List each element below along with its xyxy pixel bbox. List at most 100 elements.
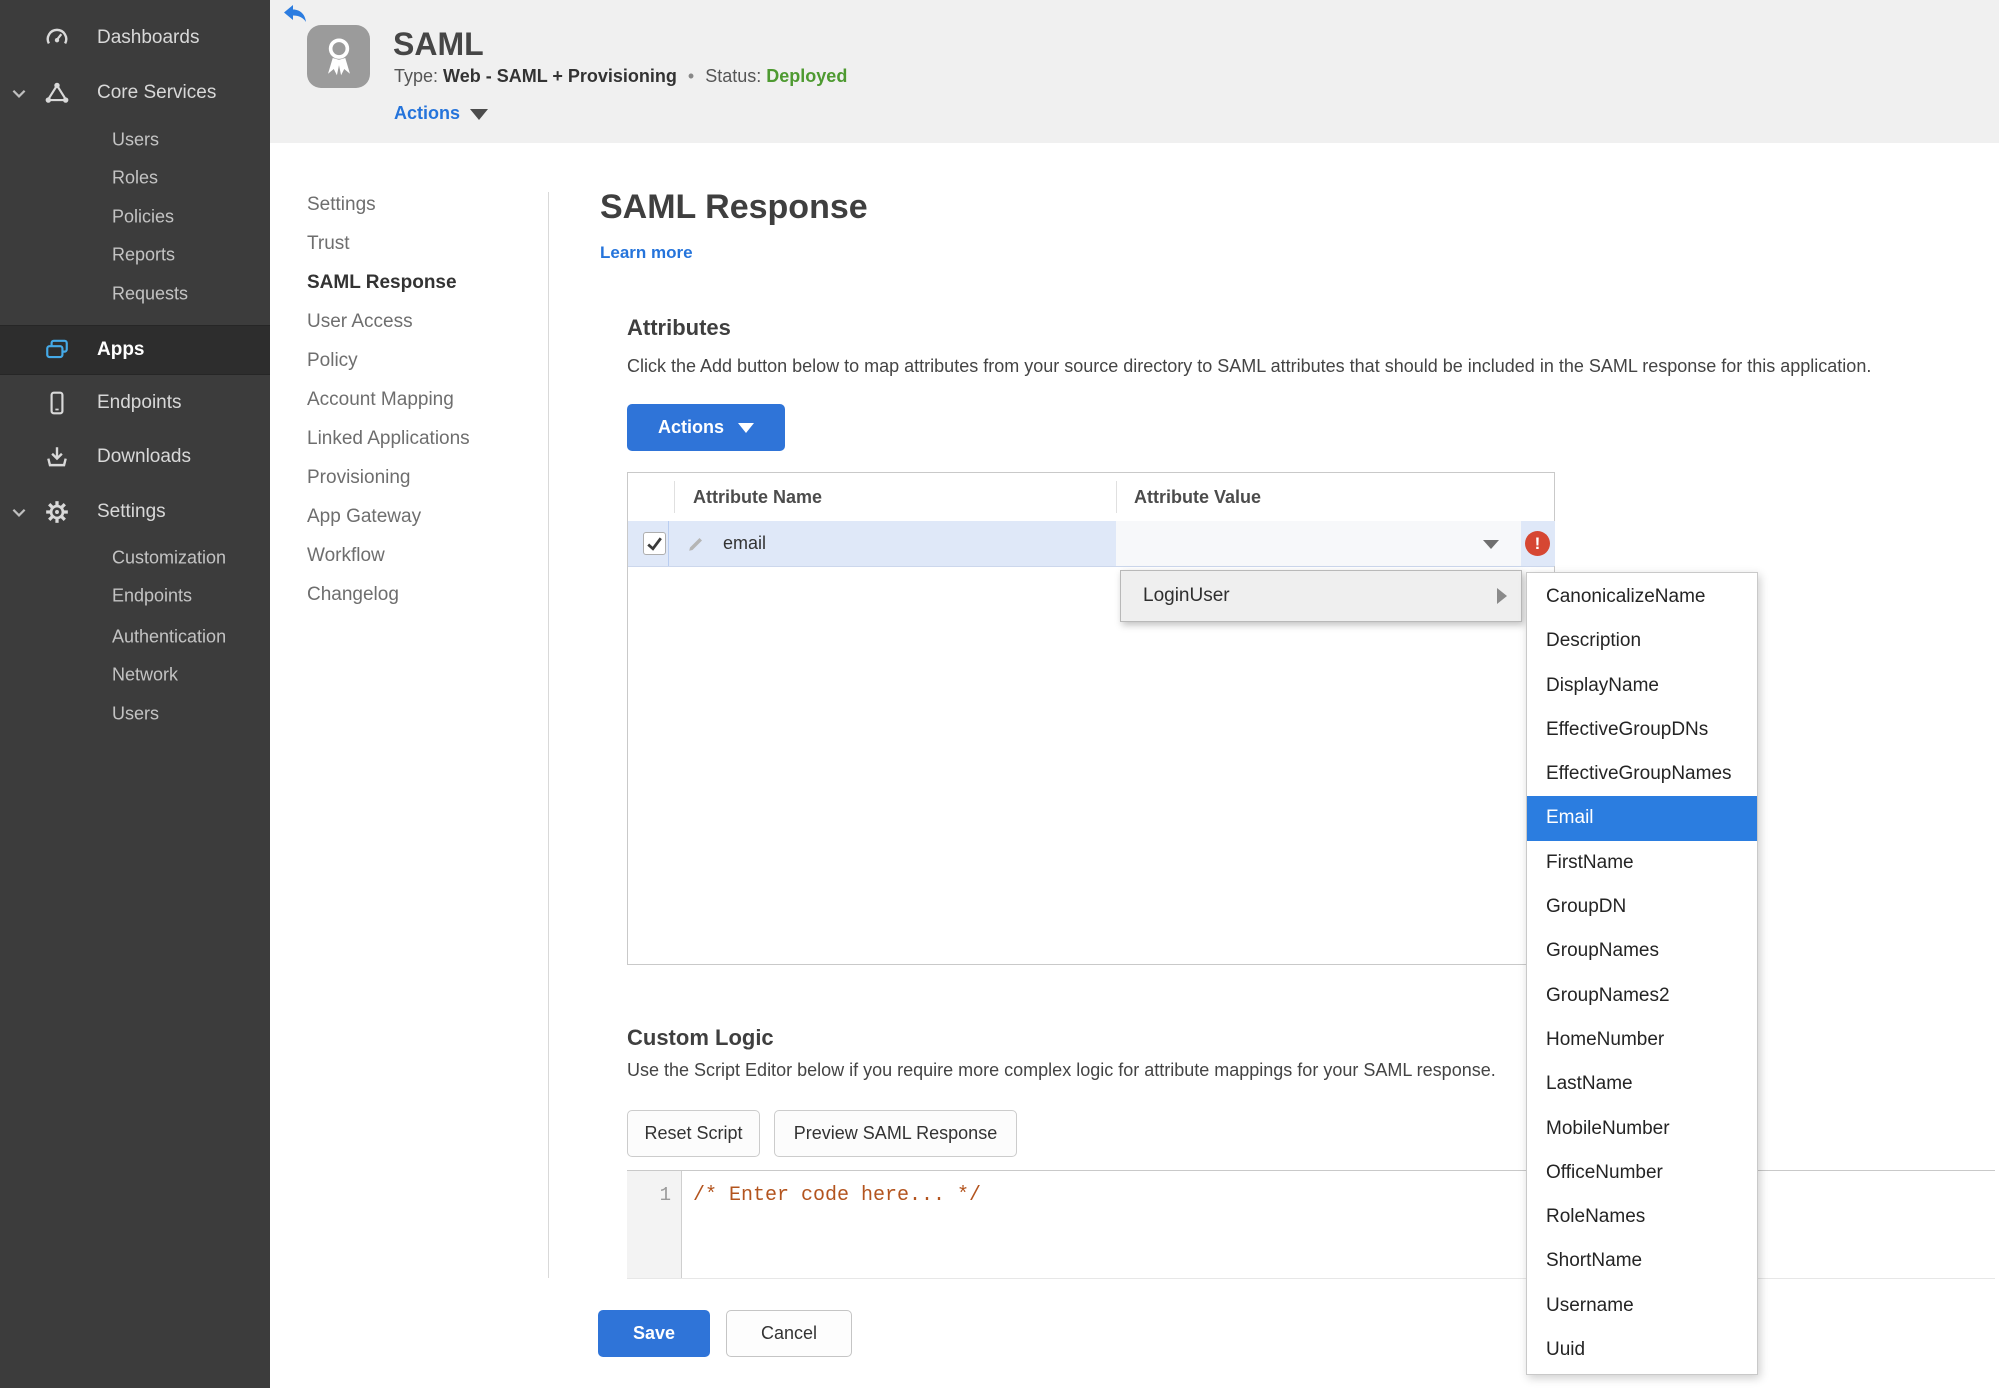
edit-pencil-icon[interactable] (687, 533, 707, 553)
app-meta-line: Type: Web - SAML + Provisioning • Status… (394, 66, 847, 87)
chevron-down-icon (10, 503, 28, 521)
sidebar-item-reports[interactable]: Reports (0, 236, 270, 274)
sidebar-subitem-label: Reports (112, 244, 176, 265)
sidebar-item-endpoints[interactable]: Endpoints (0, 384, 270, 422)
sidebar-subitem-label: Users (112, 703, 160, 724)
core-services-icon (44, 80, 70, 106)
actions-button-label: Actions (657, 417, 724, 437)
sidebar-item-authentication[interactable]: Authentication (0, 618, 270, 656)
sidebar-item-downloads[interactable]: Downloads (0, 438, 270, 476)
save-button[interactable]: Save (598, 1310, 710, 1357)
sidebar-subitem-label: Roles (112, 167, 159, 188)
page-title: SAML Response (600, 188, 868, 226)
table-row[interactable]: email ! (628, 521, 1555, 567)
column-divider (674, 481, 675, 513)
sidebar-item-policies[interactable]: Policies (0, 198, 270, 236)
sidebar-item-settings-endpoints[interactable]: Endpoints (0, 577, 270, 615)
submenu-arrow-icon (1497, 588, 1507, 604)
status-label: Status: (705, 66, 762, 86)
type-value: Web - SAML + Provisioning (443, 66, 677, 86)
subnav-item-app-gateway[interactable]: App Gateway (307, 497, 421, 536)
subnav-item-provisioning[interactable]: Provisioning (307, 458, 411, 497)
row-divider (668, 521, 669, 566)
subnav-item-changelog[interactable]: Changelog (307, 575, 399, 614)
cancel-button[interactable]: Cancel (726, 1310, 852, 1357)
sidebar-subitem-label: Endpoints (112, 585, 193, 606)
attribute-name-cell: email (723, 533, 767, 553)
type-label: Type: (394, 66, 439, 86)
sidebar-item-settings[interactable]: Settings (0, 493, 270, 531)
sidebar-subitem-label: Policies (112, 206, 175, 227)
app-logo-ribbon-icon (307, 25, 370, 88)
subnav-item-account-mapping[interactable]: Account Mapping (307, 380, 454, 419)
script-editor[interactable]: 1 /* Enter code here... */ (627, 1170, 1995, 1279)
sidebar-item-settings-users[interactable]: Users (0, 695, 270, 733)
caret-down-icon (738, 423, 754, 433)
menu-item-rolenames[interactable]: RoleNames (1527, 1195, 1757, 1239)
menu-item-email-selected[interactable]: Email (1527, 796, 1757, 841)
column-header-attribute-name: Attribute Name (693, 487, 823, 507)
sidebar: Dashboards Core Services Users Roles Pol… (0, 0, 270, 1388)
attributes-actions-button[interactable]: Actions (627, 404, 785, 451)
caret-down-icon (1483, 540, 1499, 549)
menu-item-canonicalizename[interactable]: CanonicalizeName (1527, 575, 1757, 619)
sidebar-item-network[interactable]: Network (0, 656, 270, 694)
apps-icon (44, 337, 70, 363)
menu-item-groupnames2[interactable]: GroupNames2 (1527, 974, 1757, 1018)
attribute-value-dropdown[interactable] (1116, 521, 1521, 566)
sidebar-item-dashboards[interactable]: Dashboards (0, 19, 270, 57)
sidebar-item-label: Endpoints (97, 392, 182, 413)
menu-item-lastname[interactable]: LastName (1527, 1062, 1757, 1106)
menu-item-groupnames[interactable]: GroupNames (1527, 929, 1757, 973)
sidebar-item-label: Apps (97, 339, 145, 360)
menu-item-officenumber[interactable]: OfficeNumber (1527, 1151, 1757, 1195)
menu-item-groupdn[interactable]: GroupDN (1527, 885, 1757, 929)
menu-item-firstname[interactable]: FirstName (1527, 841, 1757, 885)
menu-item-shortname[interactable]: ShortName (1527, 1239, 1757, 1283)
sidebar-subitem-label: Users (112, 129, 160, 150)
sidebar-item-roles[interactable]: Roles (0, 159, 270, 197)
subnav-item-user-access[interactable]: User Access (307, 302, 413, 341)
sidebar-item-requests[interactable]: Requests (0, 275, 270, 313)
custom-logic-heading: Custom Logic (627, 1025, 774, 1051)
subnav-item-workflow[interactable]: Workflow (307, 536, 385, 575)
page-app-title: SAML (393, 26, 484, 62)
error-cell: ! (1521, 521, 1555, 566)
column-header-attribute-value: Attribute Value (1134, 487, 1262, 507)
back-arrow-icon[interactable] (283, 4, 307, 24)
menu-item-uuid[interactable]: Uuid (1527, 1328, 1757, 1372)
sidebar-item-core-services[interactable]: Core Services (0, 74, 270, 112)
menu-item-effectivegroupdns[interactable]: EffectiveGroupDNs (1527, 708, 1757, 752)
app-window: Dashboards Core Services Users Roles Pol… (0, 0, 1999, 1388)
value-menu-loginuser[interactable]: LoginUser (1120, 570, 1522, 622)
menu-item-effectivegroupnames[interactable]: EffectiveGroupNames (1527, 752, 1757, 796)
custom-logic-description: Use the Script Editor below if you requi… (627, 1060, 1496, 1080)
learn-more-link[interactable]: Learn more (600, 243, 693, 263)
phone-icon (44, 390, 70, 416)
attributes-table: Attribute Name Attribute Value email ! (627, 472, 1555, 965)
menu-item-username[interactable]: Username (1527, 1284, 1757, 1328)
sidebar-item-apps-selected[interactable]: Apps (0, 325, 270, 375)
reset-script-button[interactable]: Reset Script (627, 1110, 760, 1157)
row-checkbox[interactable] (643, 532, 666, 555)
preview-saml-response-button[interactable]: Preview SAML Response (774, 1110, 1017, 1157)
subnav-item-trust[interactable]: Trust (307, 224, 350, 263)
sidebar-item-label: Settings (97, 501, 166, 522)
error-icon: ! (1525, 531, 1550, 556)
sidebar-subitem-label: Customization (112, 547, 227, 568)
header-actions-label: Actions (394, 103, 461, 123)
menu-item-description[interactable]: Description (1527, 619, 1757, 663)
subnav-item-settings[interactable]: Settings (307, 185, 376, 224)
sidebar-item-customization[interactable]: Customization (0, 539, 270, 577)
menu-item-mobilenumber[interactable]: MobileNumber (1527, 1107, 1757, 1151)
sidebar-item-users[interactable]: Users (0, 121, 270, 159)
subnav-item-linked-applications[interactable]: Linked Applications (307, 419, 470, 458)
header-actions-menu[interactable]: Actions (394, 103, 489, 124)
value-submenu: CanonicalizeName Description DisplayName… (1526, 572, 1758, 1376)
menu-item-homenumber[interactable]: HomeNumber (1527, 1018, 1757, 1062)
sidebar-subitem-label: Network (112, 664, 179, 685)
subnav-item-policy[interactable]: Policy (307, 341, 358, 380)
menu-item-displayname[interactable]: DisplayName (1527, 664, 1757, 708)
subnav-item-saml-response[interactable]: SAML Response (307, 263, 457, 302)
sidebar-item-label: Dashboards (97, 27, 200, 48)
